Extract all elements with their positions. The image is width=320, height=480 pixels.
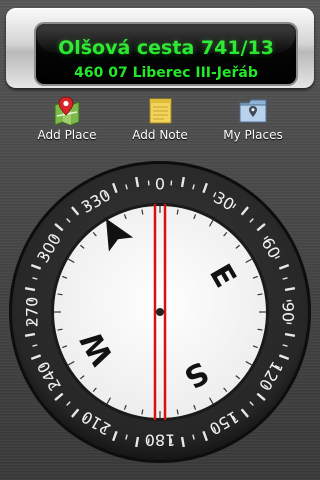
dial-tick [57, 293, 63, 296]
dial-tick [257, 293, 263, 296]
dial-tick [57, 328, 63, 331]
bezel-label-90: 90 [279, 302, 298, 322]
dial-tick [176, 209, 179, 215]
bezel-label-270: 270 [23, 297, 42, 328]
add-place-label: Add Place [37, 128, 97, 142]
bezel-tick [24, 332, 36, 337]
dial-tick [176, 409, 179, 415]
map-pin-icon [54, 96, 80, 126]
address-city: 460 07 Liberec III-Jeřáb [74, 65, 258, 81]
bezel-label-0: 0 [155, 175, 165, 194]
folder-pin-icon [239, 99, 267, 123]
add-place-button[interactable]: Add Place [21, 94, 113, 146]
compass-dial[interactable]: 0306090120150180210240270300330 E S W [8, 160, 312, 464]
bezel-tick [135, 176, 140, 188]
bezel-tick [24, 287, 36, 292]
bezel-tick [135, 436, 140, 448]
bezel-tick [180, 436, 185, 448]
dial-tick [141, 209, 144, 215]
note-icon [149, 98, 172, 124]
dial-tick [141, 409, 144, 415]
compass-pivot [156, 308, 164, 316]
address-screen: Olšová cesta 741/13 460 07 Liberec III-J… [36, 24, 296, 84]
my-places-button[interactable]: My Places [207, 94, 299, 146]
address-panel: Olšová cesta 741/13 460 07 Liberec III-J… [6, 8, 314, 88]
my-places-label: My Places [223, 128, 283, 142]
bezel-label-180: 180 [145, 431, 176, 450]
address-street: Olšová cesta 741/13 [58, 37, 274, 59]
add-note-button[interactable]: Add Note [114, 94, 206, 146]
bezel-tick [180, 176, 185, 188]
add-note-label: Add Note [132, 128, 188, 142]
bezel-tick [284, 332, 296, 337]
dial-tick [257, 328, 263, 331]
bezel-tick [284, 287, 296, 292]
